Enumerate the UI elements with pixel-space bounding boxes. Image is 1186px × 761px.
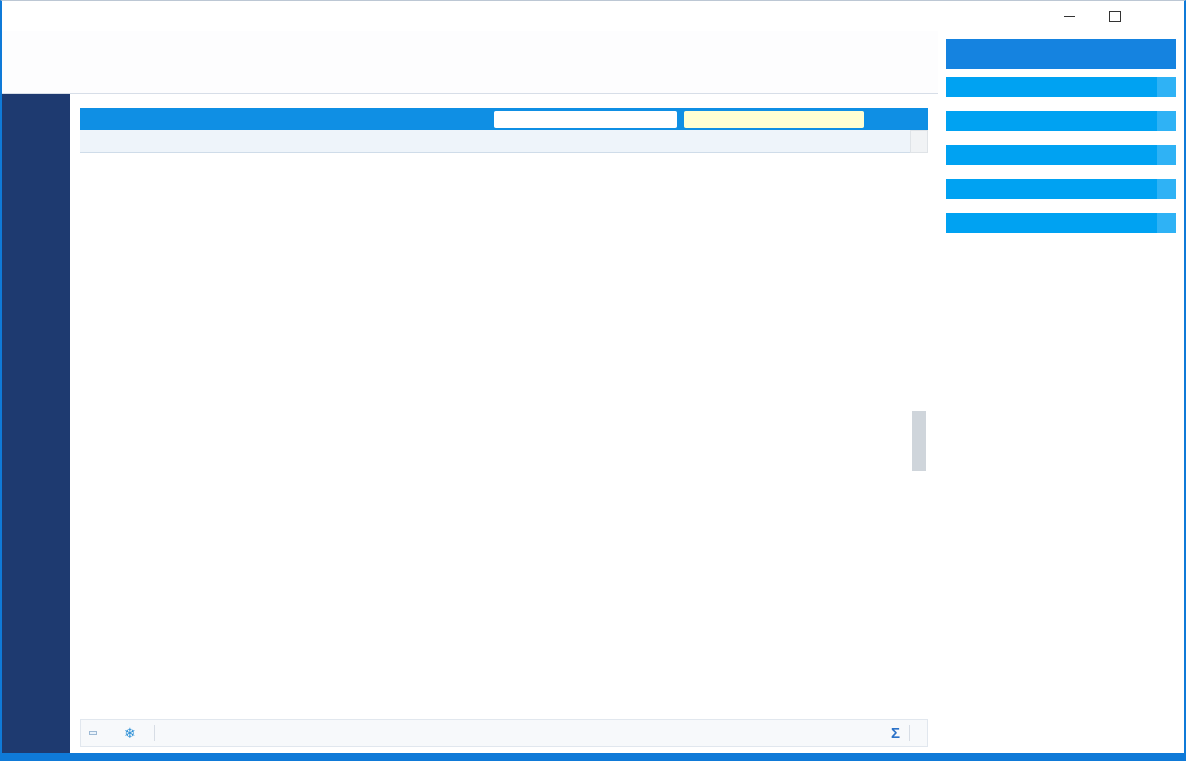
section-header [946,213,1176,233]
vertical-scrollbar[interactable] [910,130,928,153]
view-toggle-table[interactable] [89,731,97,735]
section-zalohy-objednavka [946,111,1176,137]
section-zakladni-udaje [946,77,1176,103]
toolbar [2,31,938,94]
collapse-section-icon[interactable] [1157,111,1176,131]
status-bar: ❄ Σ [80,719,928,747]
period-filter[interactable] [494,111,677,128]
maximize-button[interactable] [1092,1,1138,31]
section-header [946,77,1176,97]
snowflake-icon[interactable]: ❄ [124,725,136,742]
scrollbar-thumb[interactable] [912,411,926,471]
section-header [946,145,1176,165]
collapse-section-icon[interactable] [1157,213,1176,233]
title-bar [2,1,1184,31]
section-zalohy-dodavatel [946,145,1176,171]
sidebar [2,94,70,753]
window-controls [1046,1,1184,31]
browse-area: ❄ Σ [70,94,938,753]
section-header [946,179,1176,199]
collapse-section-icon[interactable] [1157,145,1176,165]
column-header-row [80,130,910,153]
detail-title-bar [946,39,1176,69]
divider [154,725,155,741]
divider [909,725,910,741]
minimize-button[interactable] [1046,1,1092,31]
detail-panel [938,31,1184,753]
search-input[interactable] [684,111,864,128]
collapse-section-icon[interactable] [1157,77,1176,97]
section-nastaveni [946,213,1176,242]
close-button[interactable] [1138,1,1184,31]
app-window: ❄ Σ [0,0,1186,761]
browse-header [80,108,928,130]
section-header [946,111,1176,131]
section-ostatni-udaje [946,179,1176,205]
collapse-section-icon[interactable] [1157,179,1176,199]
sum-icon[interactable]: Σ [891,725,900,742]
